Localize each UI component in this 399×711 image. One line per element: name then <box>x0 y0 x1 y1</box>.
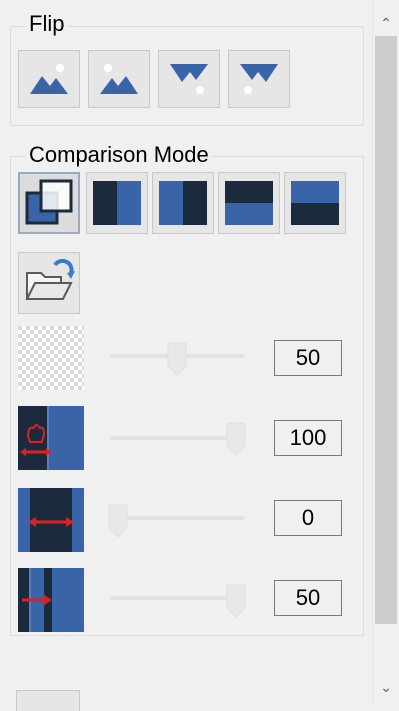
vertical-scrollbar[interactable]: ⌃ ⌄ <box>372 0 399 704</box>
split-offset-icon <box>18 568 84 632</box>
scroll-down-icon[interactable]: ⌄ <box>378 680 394 694</box>
split-offset-value-field[interactable]: 50 <box>274 580 342 616</box>
split-bottom-button[interactable] <box>284 172 346 234</box>
split-offset-thumbnail <box>18 568 84 632</box>
hand-drag-icon <box>18 406 84 470</box>
flip-vertical-button[interactable] <box>158 50 220 108</box>
hand-position-slider-track[interactable] <box>110 436 244 440</box>
scrollbar-thumb[interactable] <box>375 36 397 624</box>
image-normal-icon <box>26 58 72 100</box>
split-left-button[interactable] <box>152 172 214 234</box>
hand-position-thumbnail <box>18 406 84 470</box>
comparison-group-title: Comparison Mode <box>26 143 212 167</box>
split-width-slider-track[interactable] <box>110 516 244 520</box>
image-flip-vertical-icon <box>170 64 208 94</box>
opacity-slider-thumb[interactable] <box>167 342 187 376</box>
image-flip-both-icon <box>240 64 278 94</box>
hand-position-value-field[interactable]: 100 <box>274 420 342 456</box>
opacity-value-field[interactable]: 50 <box>274 340 342 376</box>
flip-none-button[interactable] <box>18 50 80 108</box>
split-width-icon <box>18 488 84 552</box>
flip-both-button[interactable] <box>228 50 290 108</box>
split-width-slider-thumb[interactable] <box>108 504 128 538</box>
split-horizontal-top-icon <box>225 181 273 225</box>
split-vertical-right-icon <box>93 181 141 225</box>
partial-button[interactable] <box>16 690 80 711</box>
split-offset-slider-track[interactable] <box>110 596 244 600</box>
overlay-mode-button[interactable] <box>18 172 80 234</box>
image-flip-horizontal-icon <box>100 64 138 94</box>
split-right-button[interactable] <box>86 172 148 234</box>
scroll-up-icon[interactable]: ⌃ <box>378 16 394 30</box>
split-offset-slider-thumb[interactable] <box>226 584 246 618</box>
overlay-mode-icon <box>25 179 73 225</box>
folder-open-refresh-icon <box>25 259 75 300</box>
hand-position-slider-thumb[interactable] <box>226 422 246 456</box>
settings-panel: Flip Comparison Mode 50 100 0 50 <box>0 0 372 711</box>
split-width-value-field[interactable]: 0 <box>274 500 342 536</box>
split-horizontal-bottom-icon <box>291 181 339 225</box>
opacity-thumbnail <box>18 326 84 390</box>
split-width-thumbnail <box>18 488 84 552</box>
flip-horizontal-button[interactable] <box>88 50 150 108</box>
flip-group-title: Flip <box>26 12 68 36</box>
transparency-checker-icon <box>18 326 84 390</box>
split-vertical-left-icon <box>159 181 207 225</box>
open-file-button[interactable] <box>18 252 80 314</box>
split-top-button[interactable] <box>218 172 280 234</box>
